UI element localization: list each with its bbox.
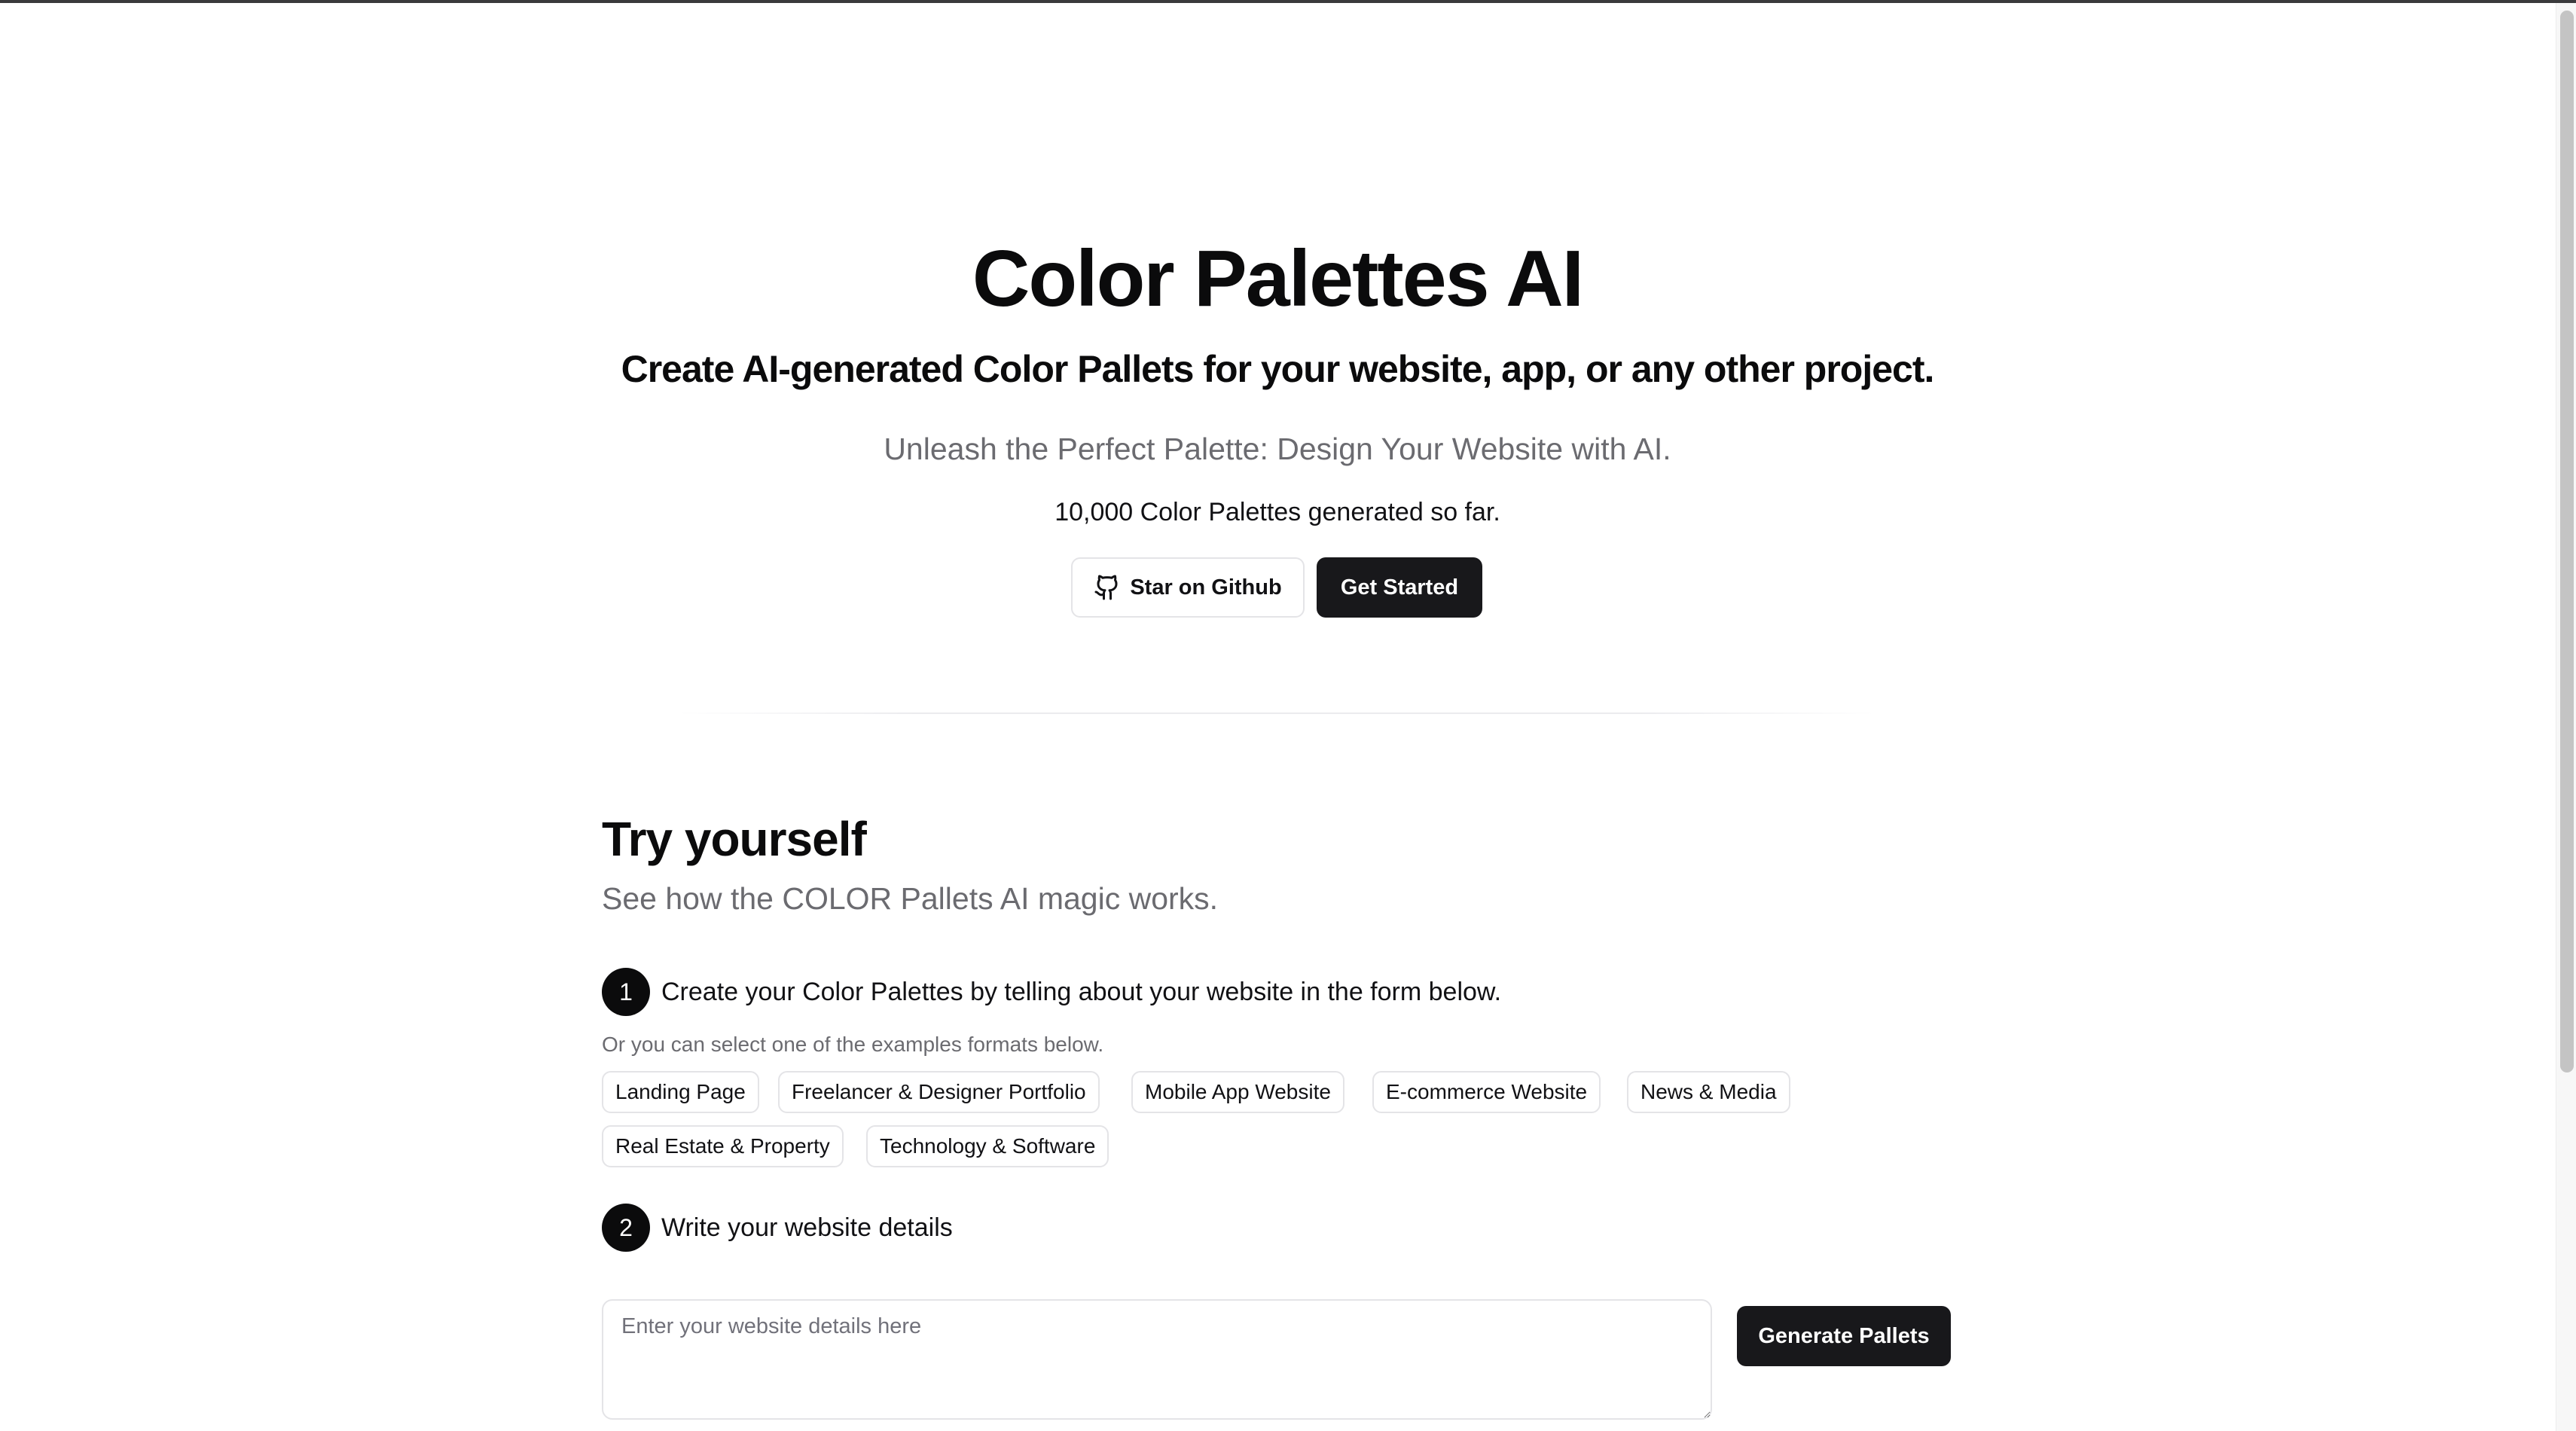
hero-tagline: Unleash the Perfect Palette: Design Your… [884,432,1671,466]
step-2-text: Write your website details [661,1213,953,1242]
example-chip-ecommerce-website[interactable]: E-commerce Website [1372,1071,1601,1113]
step-1-text: Create your Color Palettes by telling ab… [661,978,1502,1006]
page: Color Palettes AI Create AI-generated Co… [0,0,2576,1431]
step-2-badge: 2 [602,1204,650,1252]
example-chip-landing-page[interactable]: Landing Page [602,1071,759,1113]
hero-subtitle: Create AI-generated Color Pallets for yo… [621,348,1935,390]
website-details-input[interactable] [602,1299,1712,1420]
scrollbar-thumb[interactable] [2560,11,2574,1072]
section-divider [678,712,1876,714]
example-chip-mobile-app-website[interactable]: Mobile App Website [1131,1071,1344,1113]
get-started-button[interactable]: Get Started [1317,557,1482,618]
vertical-scrollbar[interactable] [2556,3,2576,1431]
generate-pallets-button[interactable]: Generate Pallets [1737,1306,1951,1366]
github-icon [1094,575,1118,600]
palettes-counter: 10,000 Color Palettes generated so far. [1055,498,1500,526]
try-yourself-heading: Try yourself [602,812,867,866]
star-on-github-button[interactable]: Star on Github [1071,557,1305,618]
step-1-badge: 1 [602,968,650,1016]
example-chip-technology-software[interactable]: Technology & Software [866,1125,1109,1167]
examples-hint: Or you can select one of the examples fo… [602,1033,1104,1056]
try-yourself-subtitle: See how the COLOR Pallets AI magic works… [602,881,1219,916]
example-chip-real-estate[interactable]: Real Estate & Property [602,1125,844,1167]
star-on-github-label: Star on Github [1130,575,1282,600]
example-chip-freelancer-portfolio[interactable]: Freelancer & Designer Portfolio [778,1071,1100,1113]
generate-pallets-label: Generate Pallets [1758,1323,1930,1348]
get-started-label: Get Started [1340,575,1459,600]
top-border [0,0,2576,3]
example-chip-news-media[interactable]: News & Media [1627,1071,1790,1113]
page-title: Color Palettes AI [972,234,1584,323]
